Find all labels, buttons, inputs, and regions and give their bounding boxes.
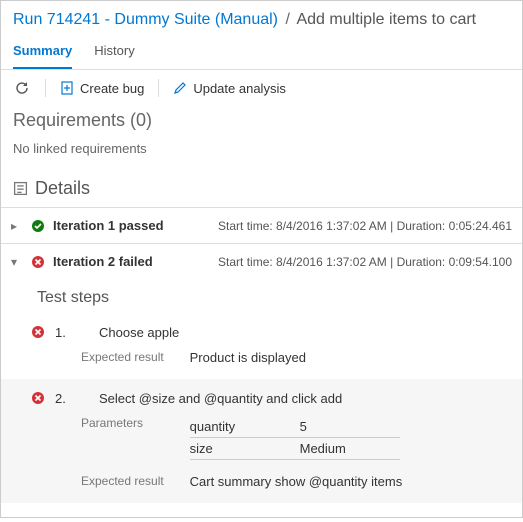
iteration-label: Iteration 2 failed: [53, 254, 153, 269]
toolbar-divider: [45, 79, 46, 97]
expected-result-label: Expected result: [81, 350, 186, 364]
create-bug-label: Create bug: [80, 81, 144, 96]
test-steps-title: Test steps: [31, 283, 512, 319]
parameters-label: Parameters: [81, 416, 186, 430]
iteration-meta: Start time: 8/4/2016 1:37:02 AM | Durati…: [218, 255, 512, 269]
step-action: Choose apple: [87, 325, 179, 340]
iteration-label: Iteration 1 passed: [53, 218, 164, 233]
create-bug-icon: [60, 81, 74, 95]
breadcrumb-link[interactable]: Run 714241 - Dummy Suite (Manual): [13, 11, 278, 28]
iteration-body: Test steps 1. Choose apple Expected resu…: [1, 279, 522, 517]
details-header: Details: [1, 172, 522, 208]
update-analysis-label: Update analysis: [193, 81, 286, 96]
test-step: 1. Choose apple Expected result Product …: [31, 319, 512, 379]
expected-result-label: Expected result: [81, 474, 186, 488]
expected-result-value: Product is displayed: [190, 350, 306, 365]
test-step: 2. Select @size and @quantity and click …: [1, 379, 522, 503]
details-title: Details: [35, 178, 90, 199]
iteration-header[interactable]: ▾ Iteration 2 failed Start time: 8/4/201…: [1, 244, 522, 279]
step-status-failed-icon: [31, 325, 45, 339]
iteration-meta: Start time: 8/4/2016 1:37:02 AM | Durati…: [218, 219, 512, 233]
step-number: 2.: [55, 391, 77, 406]
toolbar: Create bug Update analysis: [1, 70, 522, 106]
pencil-icon: [173, 81, 187, 95]
refresh-icon: [14, 80, 30, 96]
table-row: size Medium: [190, 438, 400, 460]
toolbar-divider: [158, 79, 159, 97]
param-value: 5: [300, 416, 400, 438]
requirements-empty: No linked requirements: [1, 137, 522, 172]
breadcrumb-separator: /: [285, 11, 289, 28]
tabs: Summary History: [1, 35, 522, 70]
breadcrumb: Run 714241 - Dummy Suite (Manual) / Add …: [1, 1, 522, 35]
details-icon: [13, 181, 28, 196]
status-passed-icon: [31, 219, 45, 233]
param-name: quantity: [190, 416, 300, 438]
create-bug-button[interactable]: Create bug: [60, 81, 144, 96]
step-action: Select @size and @quantity and click add: [87, 391, 342, 406]
update-analysis-button[interactable]: Update analysis: [173, 81, 286, 96]
expected-result-value: Cart summary show @quantity items: [190, 474, 403, 489]
tab-summary[interactable]: Summary: [13, 35, 72, 69]
requirements-title: Requirements (0): [1, 106, 522, 137]
refresh-button[interactable]: [13, 79, 31, 97]
iteration-row: ▸ Iteration 1 passed Start time: 8/4/201…: [1, 208, 522, 244]
iteration-header[interactable]: ▸ Iteration 1 passed Start time: 8/4/201…: [1, 208, 522, 243]
step-number: 1.: [55, 325, 77, 340]
parameters-table: quantity 5 size Medium: [190, 416, 400, 460]
status-failed-icon: [31, 255, 45, 269]
chevron-right-icon: ▸: [11, 219, 23, 233]
param-name: size: [190, 438, 300, 460]
param-value: Medium: [300, 438, 400, 460]
breadcrumb-current: Add multiple items to cart: [296, 11, 476, 28]
tab-history[interactable]: History: [94, 35, 134, 69]
table-row: quantity 5: [190, 416, 400, 438]
chevron-down-icon: ▾: [11, 255, 23, 269]
iteration-row: ▾ Iteration 2 failed Start time: 8/4/201…: [1, 244, 522, 517]
step-status-failed-icon: [31, 391, 45, 405]
